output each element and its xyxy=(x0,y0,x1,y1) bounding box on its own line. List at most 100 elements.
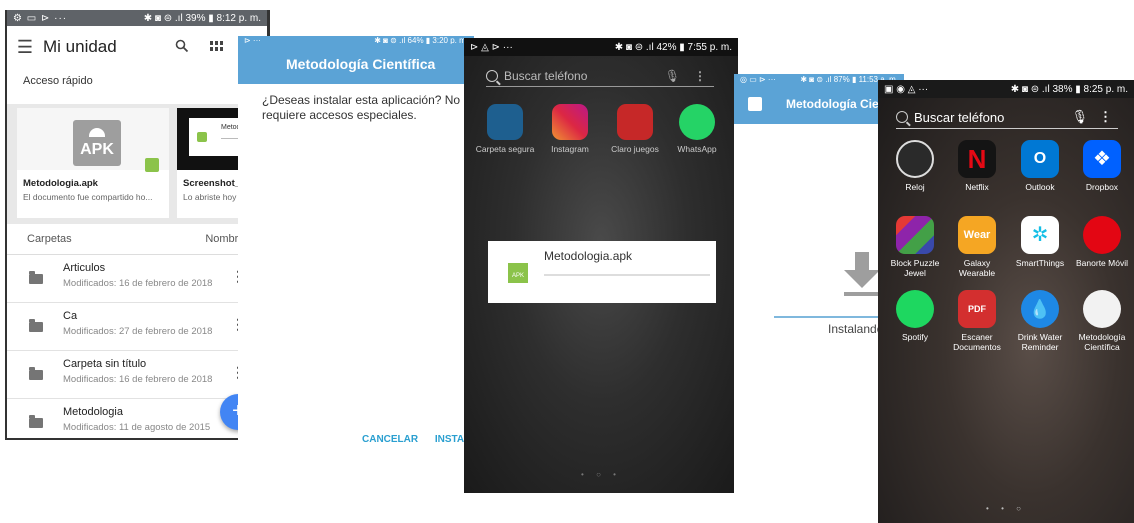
app-icon xyxy=(748,97,762,111)
app-banorte[interactable]: Banorte Móvil xyxy=(1073,216,1131,268)
quick-access-label: Acceso rápido xyxy=(7,70,267,105)
app-metodologia[interactable]: Metodología Científica xyxy=(1073,290,1131,352)
search-icon[interactable] xyxy=(165,39,199,56)
folder-row[interactable]: Ca Modificados: 27 de febrero de 2018 ⋮ xyxy=(7,302,267,351)
drive-app-bar: ☰ Mi unidad ⋮ xyxy=(7,26,267,68)
app-label: WhatsApp xyxy=(677,144,717,154)
app-label: Netflix xyxy=(965,182,989,192)
grid-view-icon[interactable] xyxy=(199,39,233,55)
apk-icon: APK xyxy=(73,120,121,166)
folder-name: Carpeta sin título xyxy=(63,358,147,370)
app-smartthings[interactable]: ✲ SmartThings xyxy=(1011,216,1069,268)
apk-badge-icon xyxy=(197,132,207,142)
apk-icon: APK xyxy=(508,263,528,283)
card-file-subtitle: El documento fue compartido ho... xyxy=(23,192,153,202)
app-label: Instagram xyxy=(551,144,589,154)
netflix-icon: N xyxy=(958,140,996,178)
install-actions: CANCELAR INSTALAR xyxy=(362,434,474,445)
folder-icon xyxy=(29,367,43,380)
app-galaxy-wearable[interactable]: Wear Galaxy Wearable xyxy=(948,216,1006,278)
block-puzzle-icon xyxy=(896,216,934,254)
status-icons-right: ✱ ◙ ⊜ .ıl 39% ▮ 8:12 p. m. xyxy=(143,12,261,24)
installer-title: Metodología Científica xyxy=(238,44,474,84)
app-spotify[interactable]: Spotify xyxy=(886,290,944,342)
app-carpeta-segura[interactable]: Carpeta segura xyxy=(474,104,536,154)
app-instagram[interactable]: Instagram xyxy=(539,104,601,154)
download-icon xyxy=(842,252,882,301)
dropbox-icon: ❖ xyxy=(1083,140,1121,178)
folder-name: Ca xyxy=(63,310,78,322)
download-progress-bar xyxy=(544,274,710,276)
folder-icon xyxy=(29,271,43,284)
status-bar: ⊳ ··· ✱ ◙ ⊜ .ıl 64% ▮ 3:20 p. m. xyxy=(238,36,474,45)
smartthings-icon: ✲ xyxy=(1021,216,1059,254)
quick-access-cards: APK Metodologia.apk El documento fue com… xyxy=(7,104,267,224)
phone-search-bar[interactable]: Buscar teléfono 🎙 ⋮ xyxy=(896,106,1118,129)
status-bar: ⚙ ▭ ⊳ ··· ✱ ◙ ⊜ .ıl 39% ▮ 8:12 p. m. xyxy=(7,10,267,26)
folder-date: Modificados: 16 de febrero de 2018 xyxy=(63,374,213,385)
quick-access-card[interactable]: APK Metodologia.apk El documento fue com… xyxy=(17,108,169,218)
folder-row[interactable]: Articulos Modificados: 16 de febrero de … xyxy=(7,254,267,303)
gamepad-icon xyxy=(617,104,653,140)
app-label: Carpeta segura xyxy=(475,144,535,154)
download-dialog[interactable]: APK Metodologia.apk xyxy=(488,241,716,303)
app-block-puzzle[interactable]: Block Puzzle Jewel xyxy=(886,216,944,278)
app-drink-water[interactable]: 💧 Drink Water Reminder xyxy=(1011,290,1069,352)
water-drop-icon: 💧 xyxy=(1021,290,1059,328)
status-bar: ▣ ◉ ◬ ··· ✱ ◙ ⊜ .ıl 38% ▮ 8:25 p. m. xyxy=(878,80,1134,98)
instagram-icon xyxy=(552,104,588,140)
cancel-button[interactable]: CANCELAR xyxy=(362,434,418,445)
status-bar: ⊳ ◬ ⊳ ··· ✱ ◙ ⊜ .ıl 42% ▮ 7:55 p. m. xyxy=(464,38,738,56)
app-dropbox[interactable]: ❖ Dropbox xyxy=(1073,140,1131,192)
status-icons-left: ◎ ▭ ⊳ ··· xyxy=(740,74,776,84)
phone-search-bar[interactable]: Buscar teléfono 🎙 ⋮ xyxy=(486,66,714,87)
folder-icon xyxy=(29,415,43,428)
card-file-name: Metodologia.apk xyxy=(23,178,98,189)
folders-header: Carpetas Nombre ↑ xyxy=(7,224,267,255)
status-icons-left: ⊳ ◬ ⊳ ··· xyxy=(470,41,513,53)
app-outlook[interactable]: O Outlook xyxy=(1011,140,1069,192)
more-options-icon[interactable]: ⋮ xyxy=(694,69,706,83)
status-icons-left: ⚙ ▭ ⊳ ··· xyxy=(13,12,68,24)
app-reloj[interactable]: Reloj xyxy=(886,140,944,192)
mic-icon[interactable]: 🎙 xyxy=(665,69,680,83)
folder-date: Modificados: 16 de febrero de 2018 xyxy=(63,278,213,289)
folder-icon xyxy=(29,319,43,332)
app-label: Galaxy Wearable xyxy=(958,258,996,278)
mic-icon[interactable]: 🎙 xyxy=(1071,109,1088,125)
launcher-dialog-screen: ⊳ ◬ ⊳ ··· ✱ ◙ ⊜ .ıl 42% ▮ 7:55 p. m. Bus… xyxy=(464,38,738,493)
page-title: Mi unidad xyxy=(43,37,117,56)
install-prompt-screen: ⊳ ··· ✱ ◙ ⊜ .ıl 64% ▮ 3:20 p. m. Metodol… xyxy=(238,36,474,461)
app-label: Metodología Científica xyxy=(1078,332,1126,352)
folder-name: Metodologia xyxy=(63,406,123,418)
banorte-icon xyxy=(1083,216,1121,254)
install-message: ¿Deseas instalar esta aplicación? No req… xyxy=(262,93,461,122)
spotify-icon xyxy=(896,290,934,328)
app-label: Claro juegos xyxy=(611,144,659,154)
app-label: SmartThings xyxy=(1015,258,1065,268)
app-whatsapp[interactable]: WhatsApp xyxy=(666,104,728,154)
app-label: Dropbox xyxy=(1085,182,1119,192)
app-netflix[interactable]: N Netflix xyxy=(948,140,1006,192)
file-thumbnail: APK xyxy=(17,108,169,172)
app-escaner[interactable]: PDF Escaner Documentos xyxy=(948,290,1006,352)
home-screen: ▣ ◉ ◬ ··· ✱ ◙ ⊜ .ıl 38% ▮ 8:25 p. m. Bus… xyxy=(878,80,1134,523)
status-icons-right: ✱ ◙ ⊜ .ıl 38% ▮ 8:25 p. m. xyxy=(1010,83,1128,95)
folder-name: Articulos xyxy=(63,262,106,274)
dialog-title: Metodologia.apk xyxy=(544,249,633,263)
android-badge-icon xyxy=(145,158,159,172)
metodologia-icon xyxy=(1083,290,1121,328)
app-claro-juegos[interactable]: Claro juegos xyxy=(604,104,666,154)
clock-icon xyxy=(896,140,934,178)
more-options-icon[interactable]: ⋮ xyxy=(1099,109,1112,125)
search-placeholder: Buscar teléfono xyxy=(504,69,588,83)
status-icons-right: ✱ ◙ ⊜ .ıl 42% ▮ 7:55 p. m. xyxy=(614,41,732,53)
search-icon xyxy=(486,70,498,82)
app-label: Drink Water Reminder xyxy=(1017,332,1063,352)
pdf-scanner-icon: PDF xyxy=(958,290,996,328)
menu-icon[interactable]: ☰ xyxy=(7,37,43,58)
folder-row[interactable]: Carpeta sin título Modificados: 16 de fe… xyxy=(7,350,267,399)
page-indicator: • ○ • xyxy=(581,470,621,479)
folder-date: Modificados: 27 de febrero de 2018 xyxy=(63,326,213,337)
outlook-icon: O xyxy=(1021,140,1059,178)
